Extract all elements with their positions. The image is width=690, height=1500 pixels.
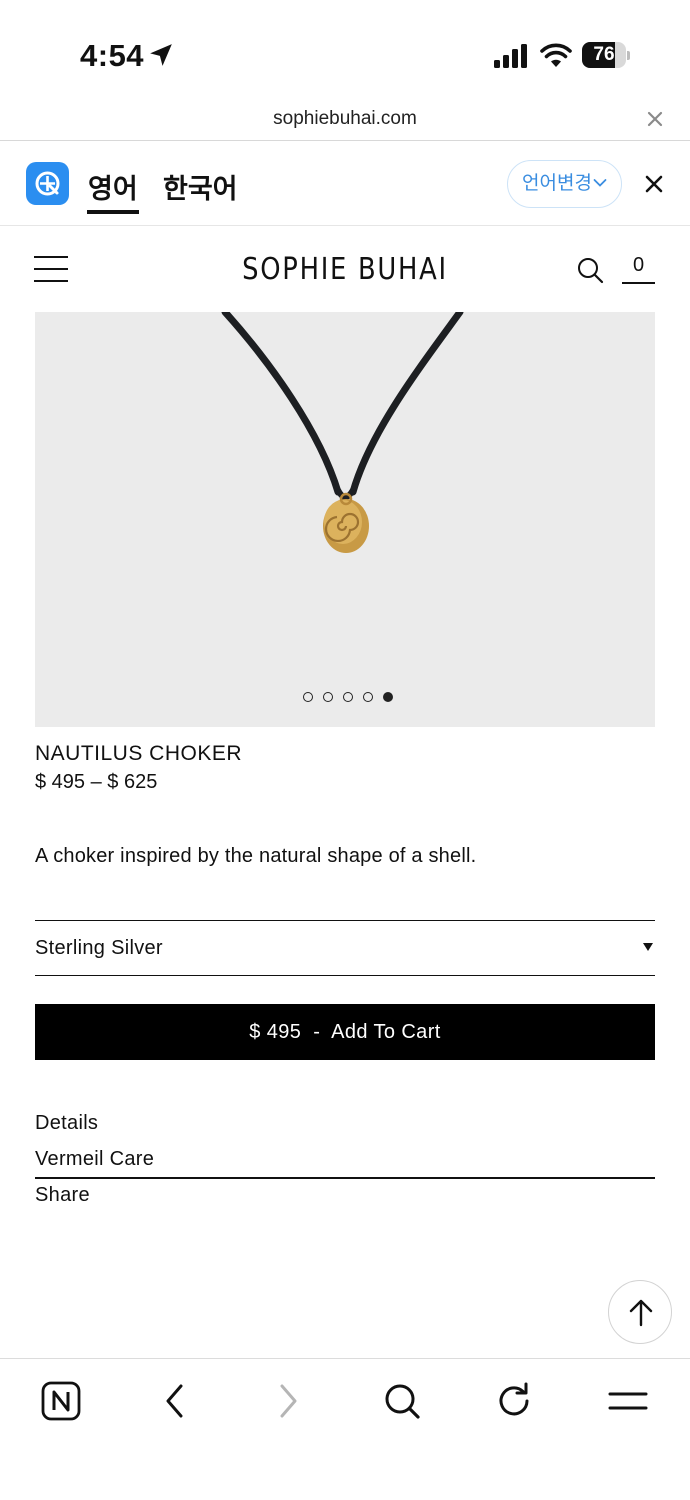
necklace-image: [221, 312, 464, 553]
site-header: SOPHIE BUHAI 0: [0, 226, 690, 312]
brand-logo[interactable]: SOPHIE BUHAI: [48, 252, 641, 287]
product-description: A choker inspired by the natural shape o…: [35, 845, 477, 867]
close-icon[interactable]: [643, 173, 665, 195]
product-price-range: $ 495 – $ 625: [35, 771, 158, 793]
tab-source-language[interactable]: 영어: [88, 167, 138, 206]
cellular-signal-icon: [494, 44, 527, 68]
pagination-dot[interactable]: [323, 692, 333, 702]
product-title: NAUTILUS CHOKER: [35, 742, 243, 765]
details-link[interactable]: Details: [35, 1112, 98, 1135]
chevron-down-icon: [593, 179, 607, 187]
browser-toolbar: [0, 1358, 690, 1500]
scroll-to-top-button[interactable]: [608, 1280, 672, 1344]
product-image-gallery[interactable]: [35, 312, 655, 727]
material-select[interactable]: Sterling Silver: [35, 920, 655, 976]
add-to-cart-button[interactable]: $ 495 - Add To Cart: [35, 1004, 655, 1060]
search-icon[interactable]: [382, 1381, 422, 1421]
wifi-icon: [540, 43, 572, 67]
gallery-pagination: [303, 692, 393, 704]
battery-indicator: 76: [582, 42, 630, 68]
status-bar: 4:54 76: [0, 0, 690, 100]
pagination-dot[interactable]: [383, 692, 393, 702]
material-select-value: Sterling Silver: [35, 937, 163, 959]
forward-icon[interactable]: [268, 1381, 308, 1421]
location-arrow-icon: [150, 44, 172, 66]
active-tab-indicator: [87, 210, 139, 214]
close-icon[interactable]: [644, 108, 666, 130]
url-text[interactable]: sophiebuhai.com: [0, 108, 690, 130]
pagination-dot[interactable]: [343, 692, 353, 702]
translate-app-icon[interactable]: [26, 162, 69, 205]
reload-icon[interactable]: [495, 1381, 535, 1421]
search-icon[interactable]: [576, 256, 604, 284]
status-time: 4:54: [80, 38, 145, 73]
translate-bar: 영어 한국어 언어변경: [0, 141, 690, 226]
naver-home-icon[interactable]: [41, 1381, 81, 1421]
menu-icon[interactable]: [608, 1381, 648, 1421]
change-language-label: 언어변경: [522, 173, 592, 194]
arrow-up-icon: [629, 1299, 653, 1327]
pagination-dot[interactable]: [363, 692, 373, 702]
divider: [35, 1177, 655, 1179]
url-bar[interactable]: sophiebuhai.com: [0, 100, 690, 141]
change-language-button[interactable]: 언어변경: [507, 160, 622, 208]
back-icon[interactable]: [155, 1381, 195, 1421]
cart-button[interactable]: 0: [622, 254, 655, 284]
battery-percent: 76: [593, 44, 615, 65]
vermeil-care-link[interactable]: Vermeil Care: [35, 1148, 154, 1171]
share-link[interactable]: Share: [35, 1184, 90, 1207]
caret-down-icon: [643, 943, 653, 951]
pagination-dot[interactable]: [303, 692, 313, 702]
tab-target-language[interactable]: 한국어: [163, 167, 238, 206]
